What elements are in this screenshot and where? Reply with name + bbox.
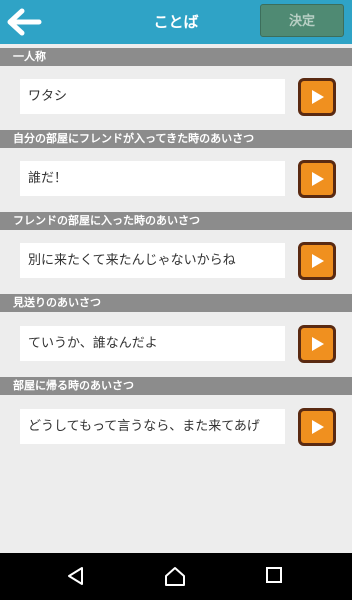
section-header: 一人称	[0, 48, 352, 66]
nav-back-button[interactable]	[66, 566, 86, 590]
play-button[interactable]	[298, 325, 336, 363]
greeting-text-field[interactable]: 別に来たくて来たんじゃないからね	[20, 243, 285, 278]
nav-recents-button[interactable]	[265, 566, 283, 588]
play-button[interactable]	[298, 242, 336, 280]
greeting-text-field[interactable]: どうしてもって言うなら、また来てあげ	[20, 409, 285, 444]
system-navigation-bar	[0, 553, 352, 600]
play-icon	[312, 172, 324, 186]
section-header: フレンドの部屋に入った時のあいさつ	[0, 212, 352, 230]
app-header: ことば 決定	[0, 0, 352, 44]
play-button[interactable]	[298, 78, 336, 116]
play-button[interactable]	[298, 160, 336, 198]
play-icon	[312, 420, 324, 434]
home-icon	[165, 567, 185, 586]
recents-icon	[266, 567, 282, 583]
nav-home-button[interactable]	[164, 566, 186, 592]
greeting-text-field[interactable]: 誰だ！	[20, 161, 285, 196]
section-header: 自分の部屋にフレンドが入ってきた時のあいさつ	[0, 130, 352, 148]
play-icon	[312, 90, 324, 104]
play-button[interactable]	[298, 408, 336, 446]
greeting-text-field[interactable]: ワタシ	[20, 79, 285, 114]
section-header: 部屋に帰る時のあいさつ	[0, 377, 352, 395]
greeting-text-field[interactable]: ていうか、誰なんだよ	[20, 326, 285, 361]
section-header: 見送りのあいさつ	[0, 294, 352, 312]
decide-button[interactable]: 決定	[260, 4, 344, 37]
back-triangle-icon	[68, 567, 83, 585]
play-icon	[312, 337, 324, 351]
play-icon	[312, 254, 324, 268]
